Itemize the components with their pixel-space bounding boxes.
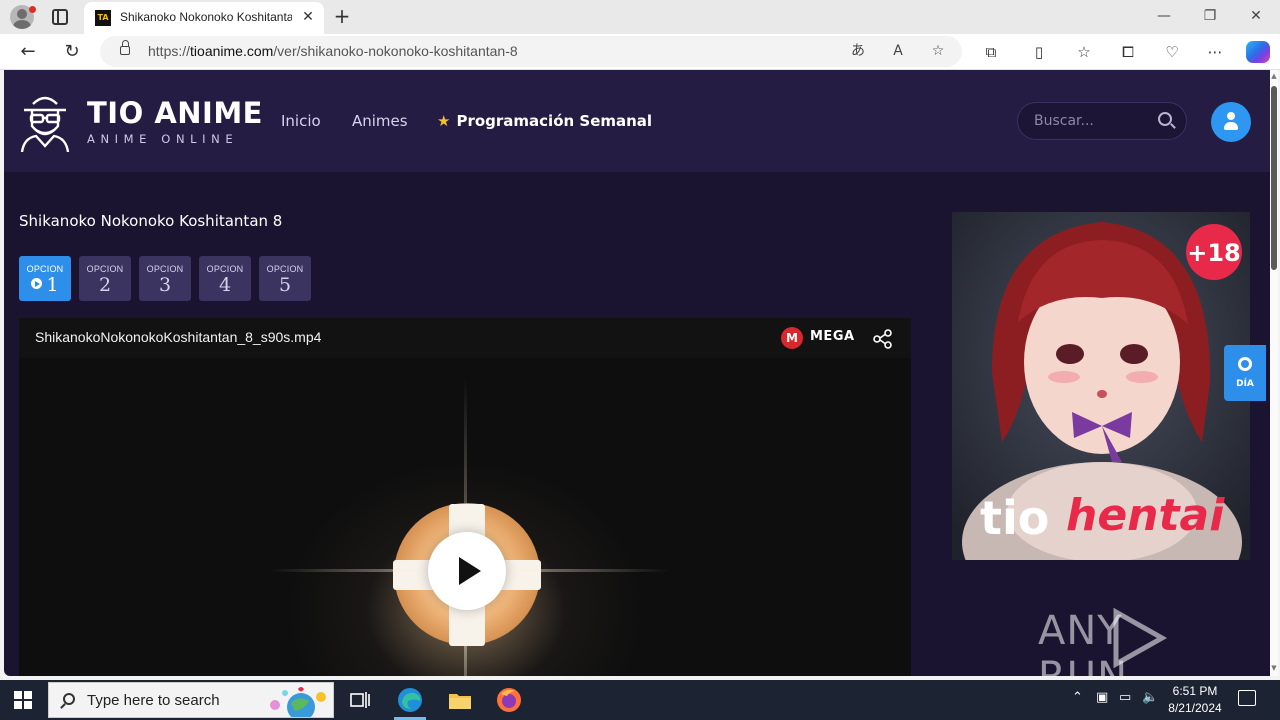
browser-tab-strip: TA Shikanoko Nokonoko Koshitantan ✕ + — … bbox=[0, 0, 1280, 34]
firefox-icon[interactable] bbox=[495, 686, 523, 714]
option-label: OPCION bbox=[266, 264, 304, 274]
play-circle-icon bbox=[31, 278, 43, 289]
nav-programacion-semanal[interactable]: ★ Programación Semanal bbox=[437, 112, 652, 130]
url-text[interactable]: https://tioanime.com/ver/shikanoko-nokon… bbox=[148, 43, 518, 59]
watermark-play-icon bbox=[1113, 608, 1168, 668]
ad-age-badge: +18 bbox=[1187, 239, 1241, 267]
ad-brand-part1: tio bbox=[980, 491, 1049, 545]
minimize-window-icon[interactable]: — bbox=[1152, 6, 1176, 26]
scroll-down-arrow-icon[interactable]: ▼ bbox=[1270, 664, 1278, 674]
taskbar-search-placeholder: Type here to search bbox=[87, 692, 220, 709]
task-view-icon[interactable] bbox=[346, 686, 374, 714]
sun-icon bbox=[1238, 357, 1252, 371]
option-button-3[interactable]: OPCION 3 bbox=[139, 256, 191, 301]
site-logo-icon[interactable] bbox=[18, 90, 72, 152]
translate-icon[interactable]: あ bbox=[848, 41, 868, 61]
network-icon[interactable]: ▭ bbox=[1119, 690, 1131, 705]
tab-close-icon[interactable]: ✕ bbox=[298, 7, 318, 27]
nav-animes[interactable]: Animes bbox=[352, 112, 408, 130]
edge-browser-icon[interactable] bbox=[396, 686, 424, 714]
mega-host-name[interactable]: MEGA bbox=[810, 329, 855, 344]
lock-icon[interactable] bbox=[120, 40, 130, 55]
favorites-icon[interactable]: ☆ bbox=[1074, 42, 1094, 62]
url-prefix: https:// bbox=[148, 43, 191, 59]
option-button-1[interactable]: OPCION 1 bbox=[19, 256, 71, 301]
more-menu-icon[interactable]: ⋯ bbox=[1205, 42, 1225, 62]
day-mode-label: DÍA bbox=[1236, 379, 1254, 389]
option-number: 1 bbox=[46, 274, 59, 296]
back-arrow-icon[interactable]: ← bbox=[17, 41, 39, 63]
episode-title: Shikanoko Nokonoko Koshitantan 8 bbox=[19, 212, 283, 230]
taskbar-clock-time[interactable]: 6:51 PM bbox=[1165, 684, 1225, 698]
user-icon bbox=[1224, 112, 1238, 132]
option-label: OPCION bbox=[146, 264, 184, 274]
site-header: TIO ANIME ANIME ONLINE Inicio Animes ★ Pr… bbox=[4, 70, 1278, 172]
new-tab-plus-icon[interactable]: + bbox=[331, 5, 353, 27]
user-account-button[interactable] bbox=[1211, 102, 1251, 142]
option-number: 5 bbox=[278, 274, 292, 296]
url-host: tioanime.com bbox=[190, 43, 274, 59]
file-explorer-icon[interactable] bbox=[446, 686, 474, 714]
site-brand[interactable]: TIO ANIME bbox=[87, 96, 263, 130]
url-path: /ver/shikanoko-nokonoko-koshitantan-8 bbox=[273, 43, 518, 59]
ad-brand-part2: hentai bbox=[1066, 490, 1225, 541]
favorite-star-icon[interactable]: ☆ bbox=[928, 41, 948, 61]
address-toolbar: ← ↻ https://tioanime.com/ver/shikanoko-n… bbox=[0, 34, 1280, 70]
video-player[interactable]: ShikanokoNokonokoKoshitantan_8_s90s.mp4 … bbox=[19, 318, 911, 676]
option-number: 4 bbox=[218, 274, 232, 296]
option-number: 3 bbox=[158, 274, 172, 296]
play-button-icon[interactable] bbox=[428, 532, 506, 610]
profile-notification-dot bbox=[29, 6, 36, 13]
collections-icon[interactable]: ⧠ bbox=[1118, 42, 1138, 62]
option-button-4[interactable]: OPCION 4 bbox=[199, 256, 251, 301]
mega-logo-icon[interactable]: M bbox=[781, 327, 803, 349]
search-highlight-icon bbox=[270, 687, 326, 717]
nav-inicio[interactable]: Inicio bbox=[281, 112, 321, 130]
share-icon[interactable] bbox=[872, 328, 894, 350]
option-label: OPCION bbox=[86, 264, 124, 274]
tab-actions-icon[interactable] bbox=[52, 9, 68, 25]
search-icon bbox=[63, 693, 75, 705]
meet-now-icon[interactable]: ▣ bbox=[1096, 690, 1108, 705]
split-screen-icon[interactable]: ▯ bbox=[1029, 42, 1049, 62]
option-label: OPCION bbox=[206, 264, 244, 274]
option-label: OPCION bbox=[26, 264, 64, 274]
option-number: 2 bbox=[98, 274, 112, 296]
nav-programacion-label: Programación Semanal bbox=[456, 112, 653, 130]
option-number-row: 1 bbox=[19, 274, 71, 296]
option-button-5[interactable]: OPCION 5 bbox=[259, 256, 311, 301]
restore-window-icon[interactable]: ❐ bbox=[1198, 6, 1222, 26]
extensions-icon[interactable]: ⧉ bbox=[981, 42, 1001, 62]
performance-icon[interactable]: ♡ bbox=[1162, 42, 1182, 62]
search-placeholder: Buscar... bbox=[1034, 113, 1094, 129]
taskbar-clock-date[interactable]: 8/21/2024 bbox=[1160, 701, 1230, 715]
page-viewport: TIO ANIME ANIME ONLINE Inicio Animes ★ Pr… bbox=[4, 70, 1278, 676]
refresh-icon[interactable]: ↻ bbox=[61, 41, 83, 63]
address-bar[interactable]: https://tioanime.com/ver/shikanoko-nokon… bbox=[100, 36, 962, 67]
scrollbar-thumb[interactable] bbox=[1271, 86, 1277, 270]
tab-title: Shikanoko Nokonoko Koshitantan bbox=[120, 10, 292, 24]
star-icon: ★ bbox=[437, 112, 451, 130]
tab-favicon: TA bbox=[95, 10, 111, 26]
read-aloud-icon[interactable]: A bbox=[888, 41, 908, 61]
player-top-bar: ShikanokoNokonokoKoshitantan_8_s90s.mp4 … bbox=[19, 318, 911, 358]
copilot-icon[interactable] bbox=[1246, 41, 1270, 63]
windows-start-icon[interactable] bbox=[14, 691, 32, 709]
scroll-up-arrow-icon[interactable]: ▲ bbox=[1270, 72, 1278, 82]
volume-icon[interactable]: 🔈 bbox=[1142, 690, 1158, 705]
taskbar-search-box[interactable]: Type here to search bbox=[48, 682, 334, 718]
windows-taskbar: Type here to search ⌃ ▣ ▭ 🔈 6:51 PM 8/21… bbox=[0, 680, 1280, 720]
option-button-2[interactable]: OPCION 2 bbox=[79, 256, 131, 301]
close-window-icon[interactable]: ✕ bbox=[1244, 6, 1268, 26]
video-file-name: ShikanokoNokonokoKoshitantan_8_s90s.mp4 bbox=[35, 329, 322, 345]
advertisement-banner[interactable]: +18 tio hentai bbox=[952, 212, 1250, 560]
search-icon[interactable] bbox=[1158, 112, 1172, 126]
browser-tab-active[interactable]: TA Shikanoko Nokonoko Koshitantan ✕ bbox=[84, 2, 324, 34]
show-hidden-icons-chevron-icon[interactable]: ⌃ bbox=[1072, 690, 1083, 705]
day-mode-toggle[interactable]: DÍA bbox=[1224, 345, 1266, 401]
notifications-icon[interactable] bbox=[1238, 690, 1256, 706]
site-search-input[interactable]: Buscar... bbox=[1017, 102, 1187, 140]
site-tagline: ANIME ONLINE bbox=[87, 132, 239, 146]
